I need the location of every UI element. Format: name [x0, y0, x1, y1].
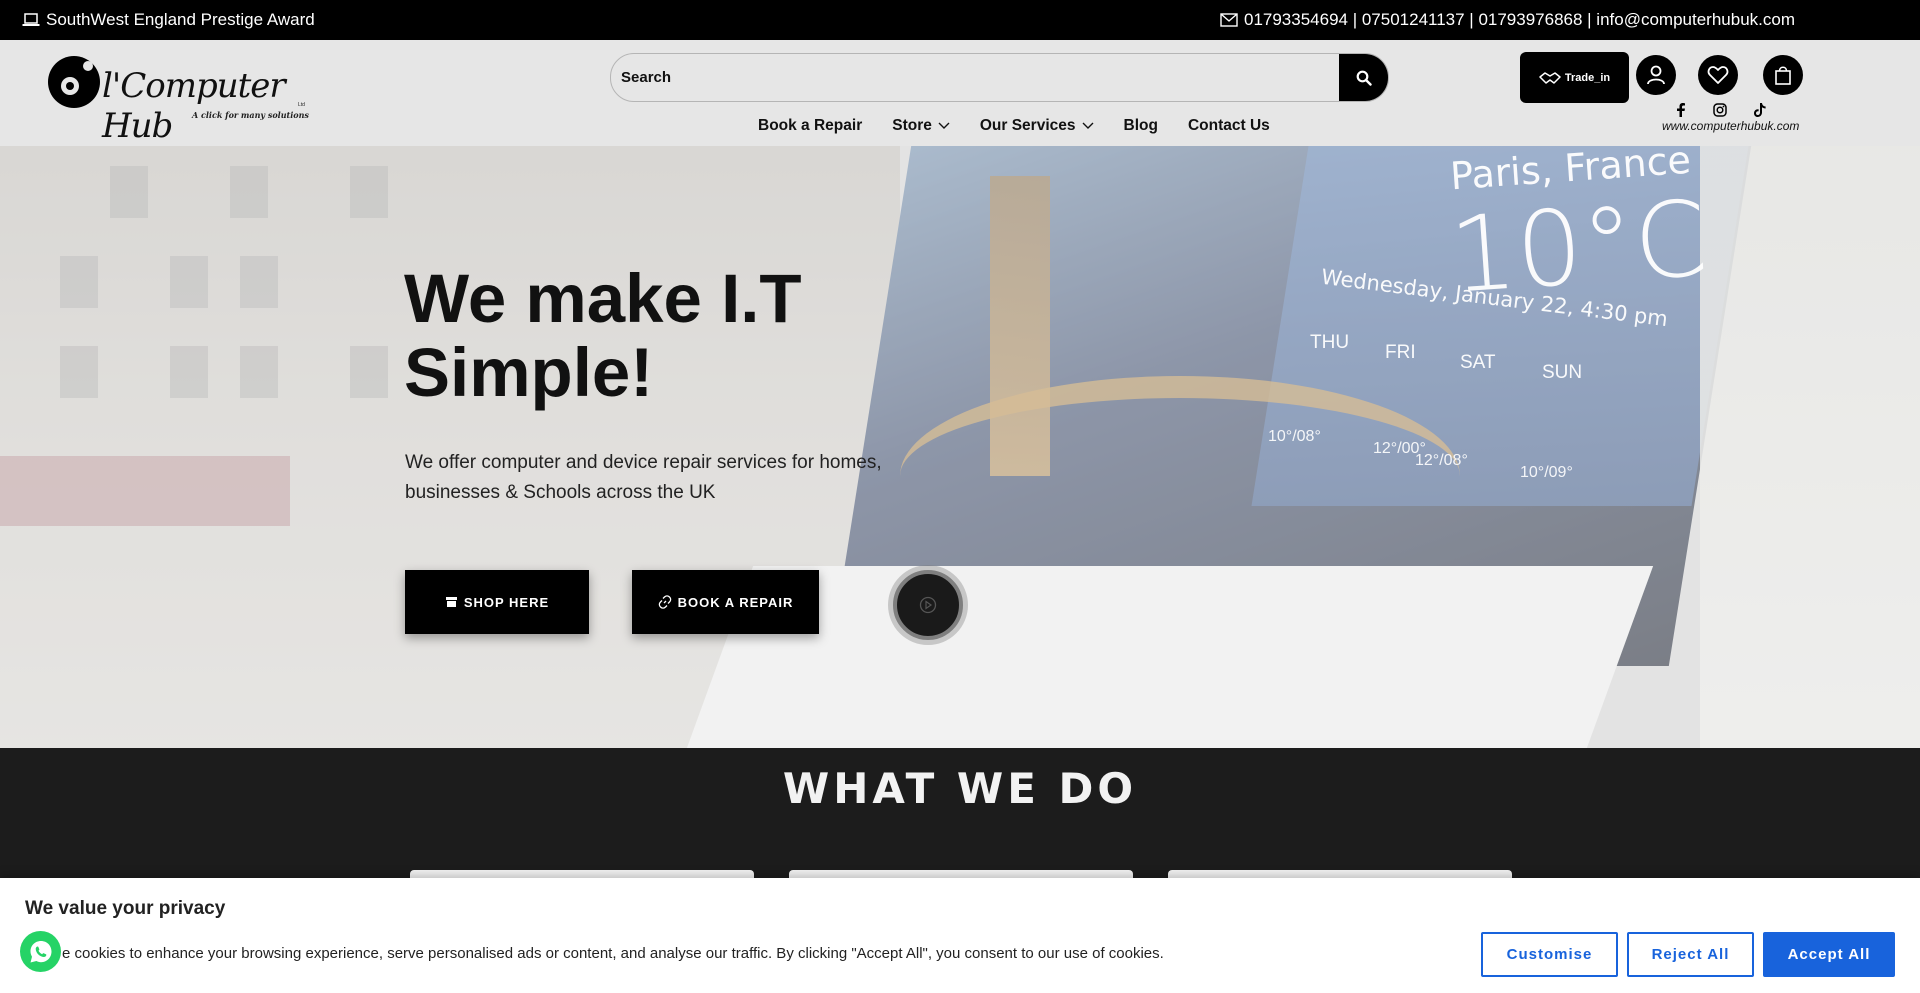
reject-all-button[interactable]: Reject All	[1627, 932, 1754, 977]
search-input[interactable]	[611, 54, 1341, 101]
logo-suffix: Ltd	[298, 102, 305, 108]
user-icon	[1647, 65, 1665, 85]
hero-overlay	[0, 146, 1920, 748]
cookie-consent-banner: We value your privacy e cookies to enhan…	[0, 878, 1920, 993]
nav-label: Blog	[1123, 117, 1158, 134]
chevron-down-icon	[938, 122, 950, 129]
nav-item-contact-us[interactable]: Contact Us	[1188, 117, 1270, 135]
nav-item-book-repair[interactable]: Book a Repair	[758, 117, 862, 135]
main-nav: Book a Repair Store Our Services Blog Co…	[758, 117, 1270, 135]
store-icon	[445, 597, 457, 607]
contact-info: 01793354694 | 07501241137 | 01793976868 …	[1220, 10, 1795, 30]
site-logo[interactable]: l'Computer Hub A click for many solution…	[46, 52, 316, 146]
cookie-title: We value your privacy	[25, 898, 226, 919]
site-header: l'Computer Hub A click for many solution…	[0, 40, 1920, 146]
trade-in-button[interactable]: Trade_in	[1520, 52, 1629, 103]
customise-button[interactable]: Customise	[1481, 932, 1618, 977]
cart-button[interactable]	[1763, 55, 1803, 95]
nav-label: Book a Repair	[758, 117, 863, 134]
hero-title: We make I.T Simple!	[404, 260, 802, 411]
section-title: WHAT WE DO	[782, 764, 1138, 813]
social-links	[1676, 103, 1766, 117]
hero-subtitle: We offer computer and device repair serv…	[405, 452, 882, 503]
tiktok-icon[interactable]	[1754, 103, 1766, 117]
nav-item-blog[interactable]: Blog	[1124, 117, 1158, 135]
search-button[interactable]	[1339, 54, 1388, 101]
top-bar: SouthWest England Prestige Award 0179335…	[0, 0, 1920, 40]
nav-label: Our Services	[979, 117, 1076, 134]
facebook-icon[interactable]	[1676, 103, 1686, 117]
heart-icon	[1707, 66, 1729, 84]
whatsapp-button[interactable]	[20, 931, 61, 972]
shop-here-button[interactable]: SHOP HERE	[405, 570, 589, 634]
book-repair-label: BOOK A REPAIR	[677, 594, 794, 610]
site-url[interactable]: www.computerhubuk.com	[1662, 119, 1799, 133]
shop-here-label: SHOP HERE	[463, 594, 550, 610]
logo-tagline: A click for many solutions	[192, 110, 309, 120]
contact-text[interactable]: 01793354694 | 07501241137 | 01793976868 …	[1244, 10, 1795, 30]
nav-item-our-services[interactable]: Our Services	[980, 117, 1094, 135]
nav-item-store[interactable]: Store	[892, 117, 950, 135]
accept-all-button[interactable]: Accept All	[1763, 932, 1895, 977]
play-video-button[interactable]	[893, 570, 963, 640]
whatsapp-icon	[30, 940, 51, 962]
laptop-icon	[22, 13, 40, 26]
instagram-icon[interactable]	[1713, 103, 1727, 117]
cookie-text: e cookies to enhance your browsing exper…	[62, 945, 1164, 962]
nav-label: Store	[892, 117, 932, 134]
account-button[interactable]	[1636, 55, 1676, 95]
play-icon	[919, 596, 937, 614]
search-icon	[1356, 70, 1372, 86]
nav-label: Contact Us	[1187, 117, 1270, 134]
logo-mark-icon	[48, 56, 100, 108]
award-text: SouthWest England Prestige Award	[46, 10, 315, 29]
link-icon	[658, 595, 671, 609]
shopping-bag-icon	[1775, 66, 1791, 85]
award-info: SouthWest England Prestige Award	[22, 10, 315, 30]
hero-section: Paris, France 10°C Wednesday, January 22…	[0, 146, 1920, 748]
handshake-icon	[1539, 71, 1561, 84]
logo-brand: l'Computer Hub	[102, 66, 286, 146]
search-bar	[610, 53, 1389, 102]
mail-icon	[1220, 13, 1238, 27]
wishlist-button[interactable]	[1698, 55, 1738, 95]
book-repair-button[interactable]: BOOK A REPAIR	[632, 570, 819, 634]
trade-in-label: Trade_in	[1564, 71, 1611, 84]
chevron-down-icon	[1082, 122, 1094, 129]
